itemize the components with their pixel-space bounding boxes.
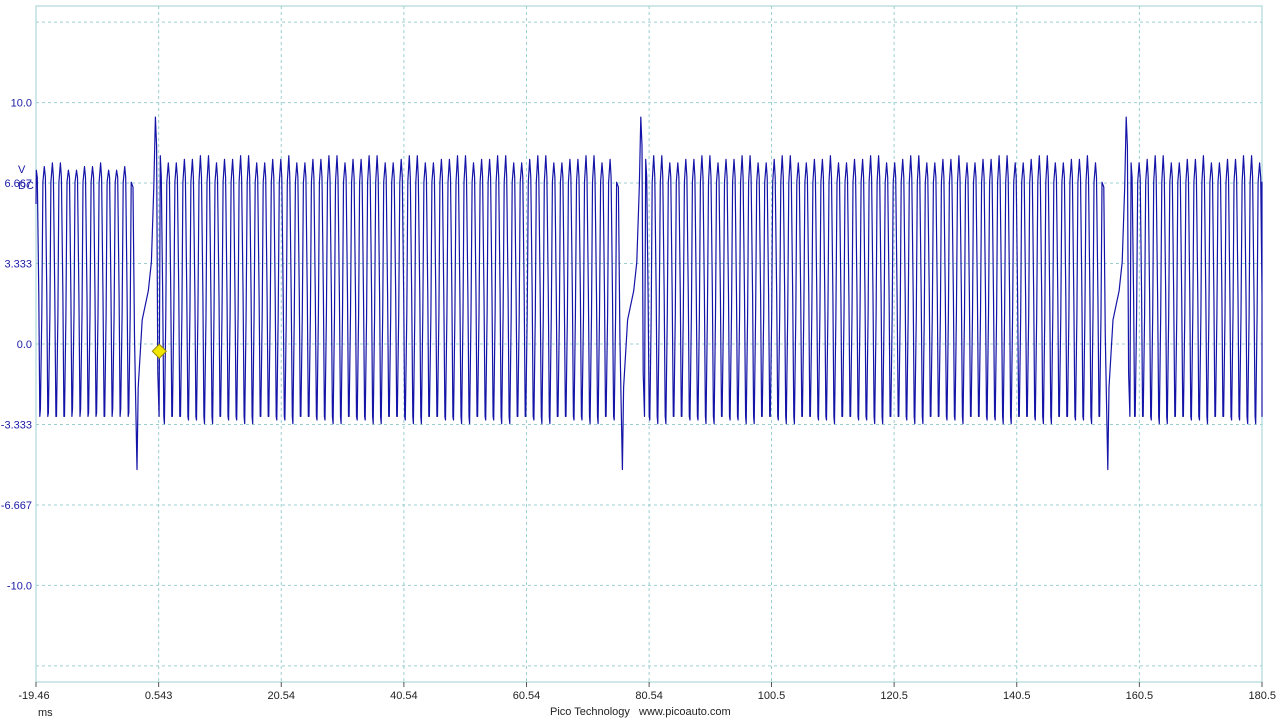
x-tick-label: 180.5 [1248, 690, 1276, 702]
y-tick-label: -6.667 [1, 500, 32, 512]
y-axis-ticks: 10.06.6673.3330.0-3.333-6.667-10.0 [1, 98, 32, 593]
y-tick-label: 3.333 [4, 259, 32, 271]
y-coupling-label: DC [18, 180, 34, 192]
x-tick-label: 20.54 [267, 690, 295, 702]
x-tick-label: 100.5 [758, 690, 786, 702]
y-tick-label: 10.0 [11, 98, 32, 110]
footer-website: www.picoauto.com [638, 706, 731, 718]
x-tick-label: -19.46 [18, 690, 49, 702]
x-tick-label: 80.54 [635, 690, 663, 702]
footer-brand: Pico Technology [550, 706, 630, 718]
y-tick-label: -10.0 [7, 580, 32, 592]
x-tick-label: 120.5 [880, 690, 908, 702]
x-tick-label: 140.5 [1003, 690, 1031, 702]
trigger-marker-icon[interactable] [151, 343, 168, 359]
x-tick-label: 0.543 [145, 690, 173, 702]
y-tick-label: 0.0 [17, 339, 32, 351]
y-tick-label: -3.333 [1, 419, 32, 431]
x-tick-label: 160.5 [1126, 690, 1154, 702]
x-axis-ticks: -19.46 0.543 20.54 40.54 60.54 80.54 100.5 120.… [18, 682, 1276, 702]
y-unit-label: V [18, 164, 26, 176]
x-tick-label: 60.54 [513, 690, 541, 702]
x-unit-label: ms [38, 707, 53, 719]
x-tick-label: 40.54 [390, 690, 418, 702]
oscilloscope-chart: 10.06.6673.3330.0-3.333-6.667-10.0 -19.4… [1, 5, 1276, 719]
